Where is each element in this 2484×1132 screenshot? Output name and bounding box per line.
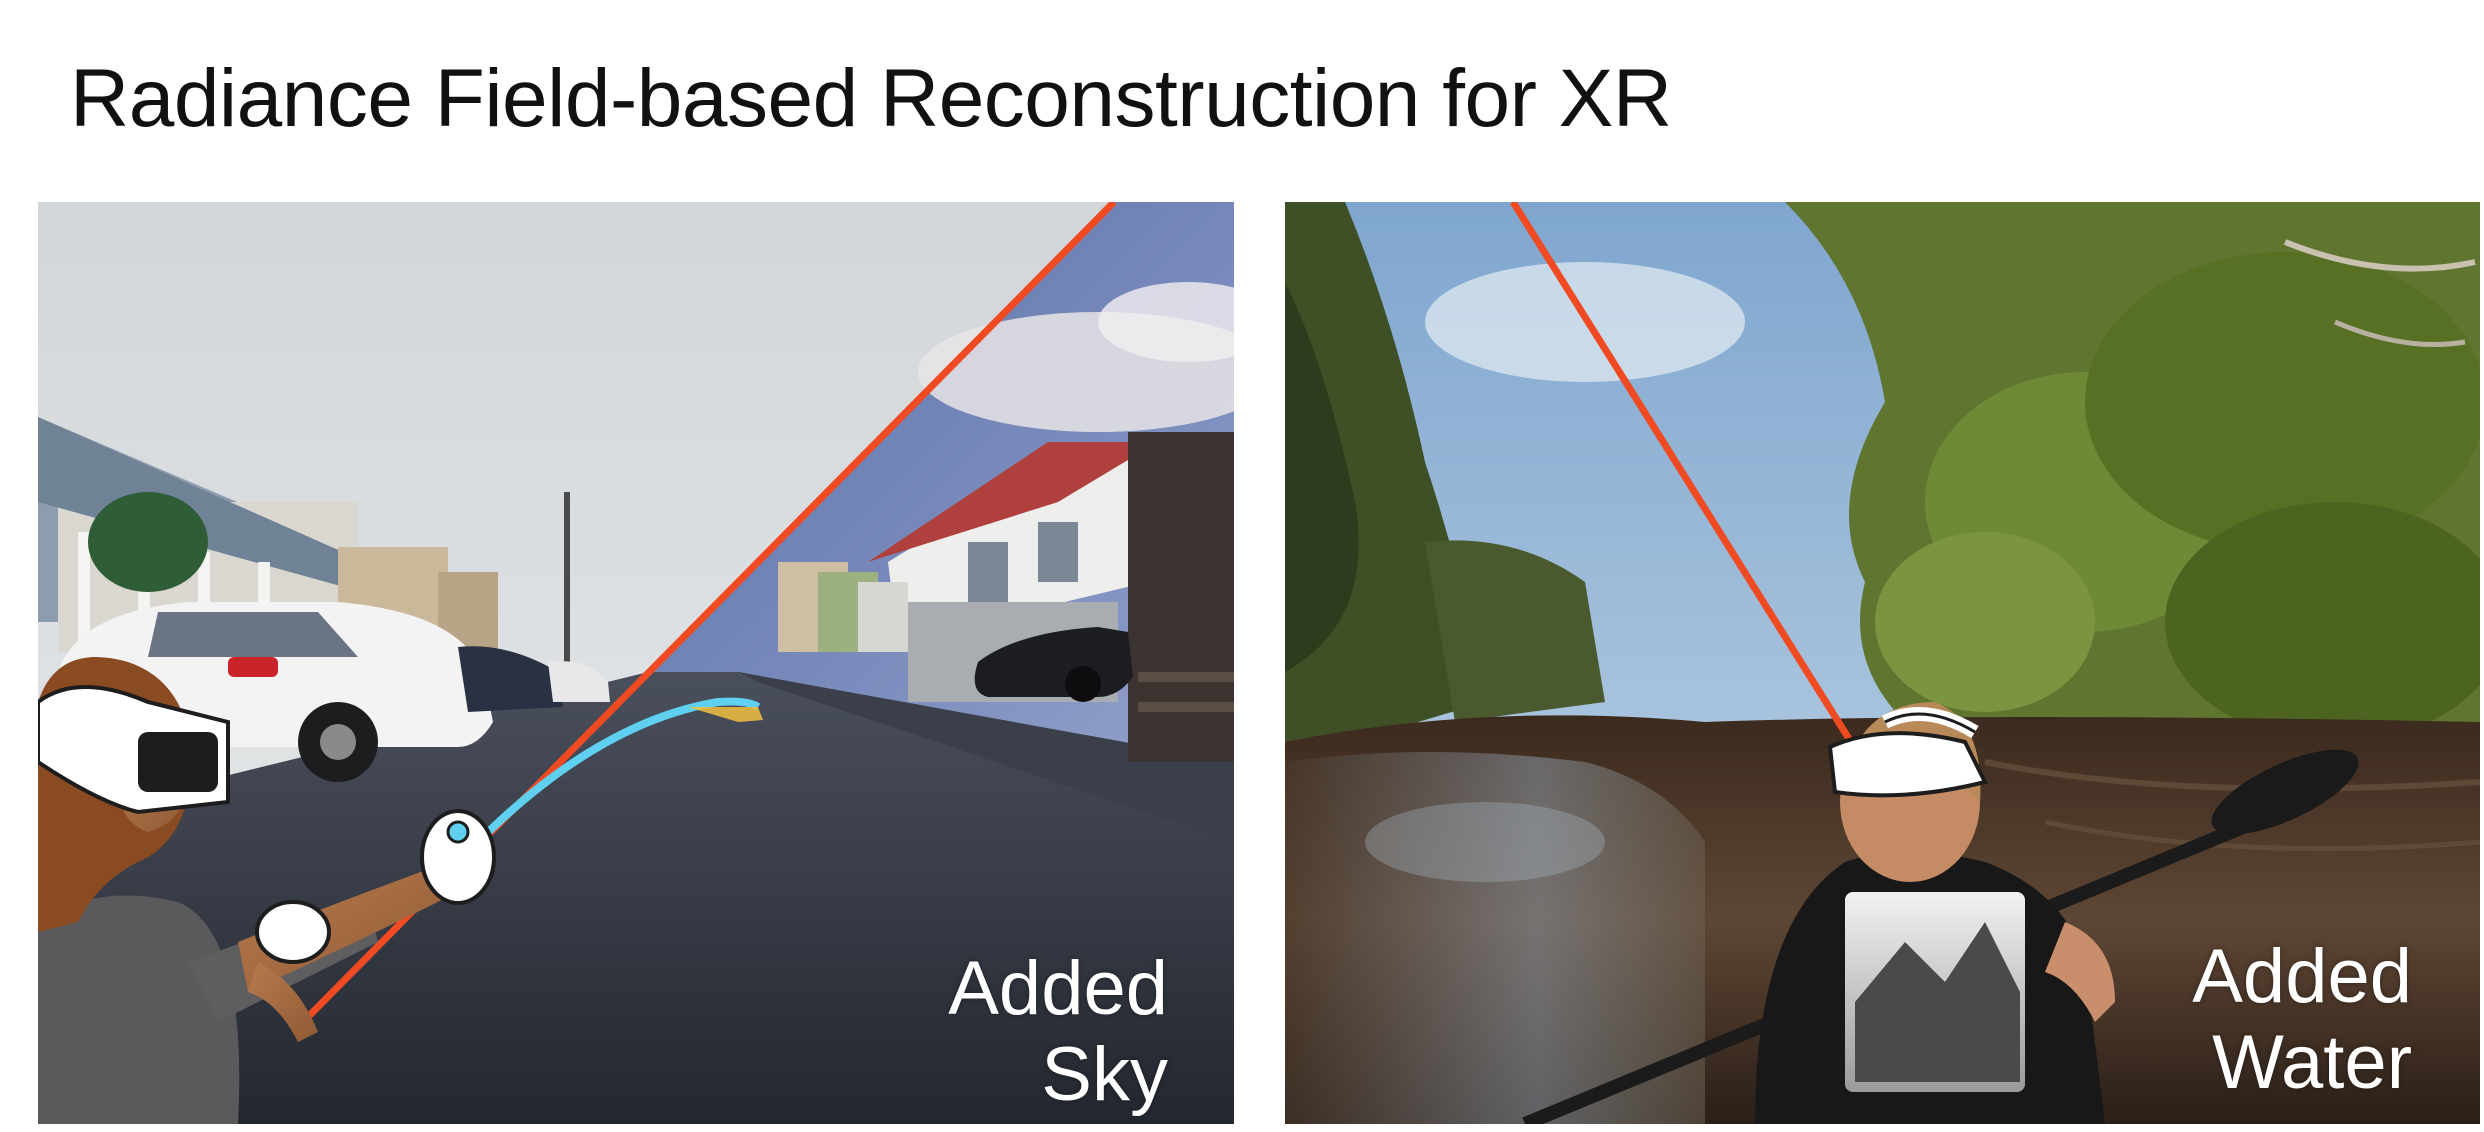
river-scene-panel: Added Water <box>1285 202 2480 1124</box>
caption-line-1: Added <box>948 946 1168 1031</box>
caption-line-2: Water <box>2212 1020 2412 1105</box>
caption-added-water: Added Water <box>2192 934 2412 1106</box>
caption-line-1: Added <box>2192 934 2412 1019</box>
dark-shed <box>1128 432 1234 762</box>
figure-title: Radiance Field-based Reconstruction for … <box>70 53 1672 144</box>
caption-added-sky: Added Sky <box>948 946 1168 1118</box>
caption-line-2: Sky <box>1041 1032 1168 1117</box>
street-scene-panel: Added Sky <box>38 202 1234 1124</box>
